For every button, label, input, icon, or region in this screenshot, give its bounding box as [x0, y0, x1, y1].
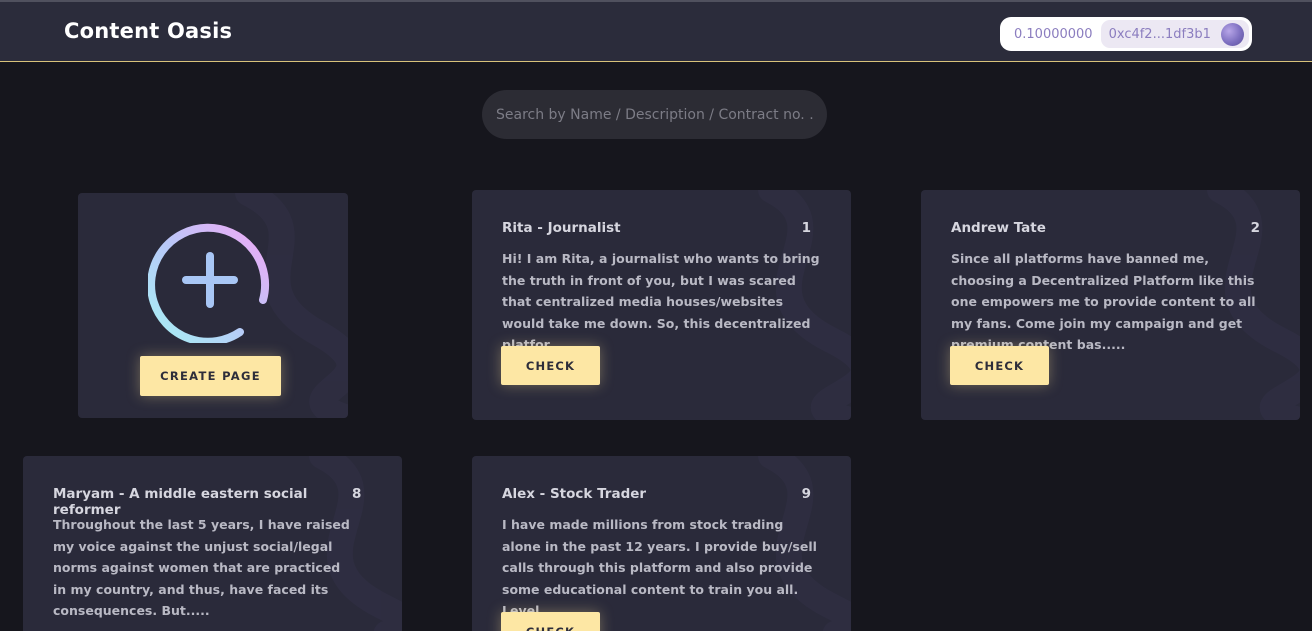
card-number: 1 [801, 220, 811, 236]
creator-card: Maryam - A middle eastern social reforme… [23, 456, 402, 631]
check-button[interactable]: CHECK [501, 612, 600, 631]
wallet-address: 0xc4f2...1df3b1 [1108, 26, 1211, 42]
card-description: Since all platforms have banned me, choo… [951, 251, 1256, 352]
card-number: 8 [352, 486, 362, 502]
create-page-button[interactable]: CREATE PAGE [140, 356, 281, 396]
card-description: I have made millions from stock trading … [502, 517, 817, 618]
wallet-widget[interactable]: 0.10000000 0xc4f2...1df3b1 [1000, 17, 1252, 51]
top-navbar: Content Oasis 0.10000000 0xc4f2...1df3b1 [0, 0, 1312, 62]
search-input[interactable] [482, 90, 827, 139]
card-description: Throughout the last 5 years, I have rais… [53, 517, 350, 618]
card-title: Alex - Stock Trader [502, 486, 647, 502]
creator-card: Alex - Stock Trader 9 I have made millio… [472, 456, 851, 631]
check-button[interactable]: CHECK [501, 346, 600, 385]
creator-card: Andrew Tate 2 Since all platforms have b… [921, 190, 1300, 420]
card-number: 2 [1250, 220, 1260, 236]
card-title: Andrew Tate [951, 220, 1046, 236]
add-circle-icon[interactable] [148, 218, 273, 343]
card-number: 9 [801, 486, 811, 502]
creator-card: Rita - Journalist 1 Hi! I am Rita, a jou… [472, 190, 851, 420]
create-page-card: CREATE PAGE [78, 193, 348, 418]
wallet-balance: 0.10000000 [1014, 26, 1093, 42]
check-button[interactable]: CHECK [950, 346, 1049, 385]
brand-logo[interactable]: Content Oasis [64, 19, 232, 43]
card-description: Hi! I am Rita, a journalist who wants to… [502, 251, 820, 352]
avatar [1221, 22, 1244, 46]
wallet-address-pill[interactable]: 0xc4f2...1df3b1 [1100, 20, 1249, 48]
card-title: Rita - Journalist [502, 220, 621, 236]
